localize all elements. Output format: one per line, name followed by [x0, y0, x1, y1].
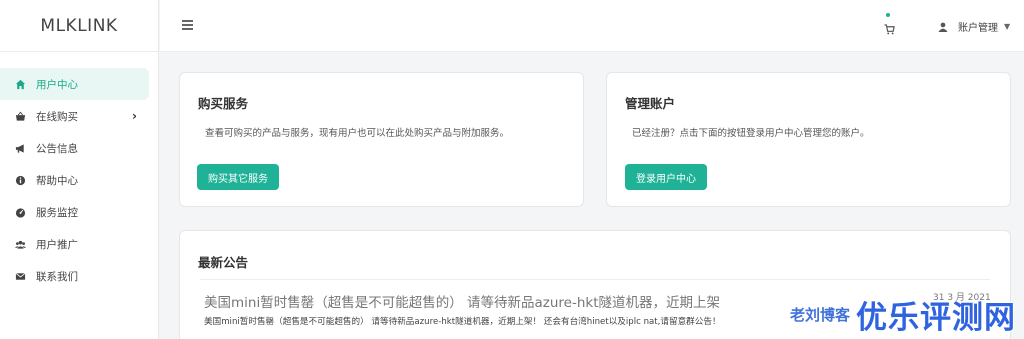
sidebar-item-label: 帮助中心 — [36, 174, 78, 187]
user-icon — [938, 22, 948, 32]
manage-account-card: 管理账户 已经注册？点击下面的按钮登录用户中心管理您的账户。 登录用户中心 — [606, 72, 1011, 207]
sidebar-item-online-purchase[interactable]: 在线购买 › — [0, 100, 149, 132]
card-description: 已经注册？点击下面的按钮登录用户中心管理您的账户。 — [632, 128, 870, 139]
card-title: 最新公告 — [198, 255, 249, 270]
announcement-summary: 美国mini暂时售罄（超售是不可能超售的） 请等待新品azure-hkt隧道机器… — [204, 317, 721, 327]
card-title: 管理账户 — [625, 96, 676, 111]
card-title: 购买服务 — [198, 96, 249, 111]
card-description: 查看可购买的产品与服务，现有用户也可以在此处购买产品与附加服务。 — [205, 128, 510, 139]
login-user-center-button[interactable]: 登录用户中心 — [625, 164, 707, 190]
sidebar-item-label: 用户推广 — [36, 238, 78, 251]
info-circle-icon — [14, 174, 27, 187]
sidebar-item-help-center[interactable]: 帮助中心 — [0, 164, 149, 196]
buy-service-card: 购买服务 查看可购买的产品与服务，现有用户也可以在此处购买产品与附加服务。 购买… — [179, 72, 584, 207]
buy-other-services-button[interactable]: 购买其它服务 — [197, 164, 279, 190]
cart-button[interactable] — [884, 13, 895, 39]
sidebar-item-label: 联系我们 — [36, 270, 78, 283]
sidebar-item-announcements[interactable]: 公告信息 — [0, 132, 149, 164]
envelope-icon — [14, 270, 27, 283]
account-menu[interactable]: 账户管理 ▼ — [938, 19, 1010, 34]
sidebar-item-label: 公告信息 — [36, 142, 78, 155]
sidebar-menu: 用户中心 在线购买 › 公告信息 帮助中心 服务监控 用户推广 联系我们 — [0, 52, 158, 292]
sidebar-item-label: 用户中心 — [36, 78, 78, 91]
cart-icon — [884, 24, 895, 35]
watermark-big-text: 优乐评测网 — [856, 300, 1016, 336]
chevron-right-icon: › — [132, 109, 137, 123]
sidebar: MLKLINK 用户中心 在线购买 › 公告信息 帮助中心 服务监控 用户推广 … — [0, 0, 159, 339]
users-icon — [14, 238, 27, 251]
sidebar-item-contact[interactable]: 联系我们 — [0, 260, 149, 292]
divider — [200, 279, 990, 280]
home-icon — [14, 78, 27, 91]
watermark-small-text: 老刘博客 — [789, 306, 850, 324]
cart-badge — [886, 13, 890, 17]
top-bar: 账户管理 ▼ — [160, 0, 1024, 52]
sidebar-item-referral[interactable]: 用户推广 — [0, 228, 149, 260]
sidebar-item-label: 服务监控 — [36, 206, 78, 219]
menu-toggle-icon[interactable] — [182, 20, 193, 30]
sidebar-item-label: 在线购买 — [36, 110, 78, 123]
basket-icon — [14, 110, 27, 123]
account-menu-label: 账户管理 — [958, 23, 998, 34]
sidebar-item-user-center[interactable]: 用户中心 — [0, 68, 149, 100]
dashboard-icon — [14, 206, 27, 219]
brand-logo[interactable]: MLKLINK — [0, 0, 158, 52]
megaphone-icon — [14, 142, 27, 155]
sidebar-item-service-monitor[interactable]: 服务监控 — [0, 196, 149, 228]
watermark: 老刘博客 优乐评测网 — [790, 292, 1016, 337]
announcement-title-link[interactable]: 美国mini暂时售罄（超售是不可能超售的） 请等待新品azure-hkt隧道机器… — [204, 291, 720, 311]
brand-name: MLKLINK — [40, 15, 118, 36]
caret-down-icon: ▼ — [1004, 22, 1011, 31]
